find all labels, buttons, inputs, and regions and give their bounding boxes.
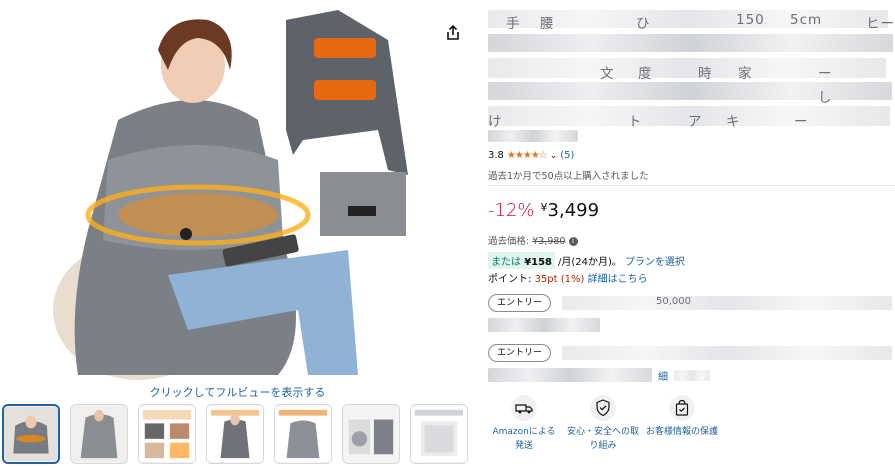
title-fragment: 腰 <box>540 16 555 32</box>
points-details-link[interactable]: 詳細はこちら <box>588 274 648 285</box>
title-fragment: ー <box>818 66 833 82</box>
rating-count-link[interactable]: (5) <box>560 150 574 161</box>
share-icon[interactable] <box>444 24 462 42</box>
feature-label: Amazonによる発送 <box>492 427 556 451</box>
title-fragment: ト <box>628 114 643 130</box>
promo-text-2-blur <box>562 346 892 360</box>
promo-text-2-line2 <box>488 368 652 382</box>
entry-button-2[interactable]: エントリー <box>488 344 552 362</box>
rating-value: 3.8 <box>488 150 504 161</box>
price-row: -12% ¥3,499 <box>488 200 599 221</box>
thumbnail-7[interactable] <box>410 404 468 464</box>
feature-safety[interactable]: 安心・安全への取り組み <box>567 395 639 453</box>
currency-symbol: ¥ <box>540 201 548 214</box>
installment-prefix: または <box>491 257 521 268</box>
ref-price-value: ¥3,980 <box>532 236 566 247</box>
title-fragment: 時 <box>698 66 713 82</box>
title-fragment: ヒー <box>866 16 895 32</box>
rating-summary[interactable]: 3.8 ★★★★☆ ⌄ (5) <box>488 150 574 161</box>
thumbnail-2[interactable] <box>70 404 128 464</box>
title-fragment: 150 <box>736 12 765 28</box>
installment-suffix: /月(24か月)。 <box>558 257 622 268</box>
price-value: 3,499 <box>547 200 600 221</box>
installment-row: または ¥158 /月(24か月)。 プランを選択 <box>488 252 685 269</box>
discount-percent: -12% <box>488 200 535 221</box>
title-fragment: キ <box>726 114 741 130</box>
promo-text-1: 50,000 <box>656 296 691 307</box>
star-rating-icon: ★★★★☆ <box>506 150 548 161</box>
promo-text-1-blur <box>562 296 892 310</box>
title-fragment: ア <box>688 114 703 130</box>
title-fragment: 度 <box>638 66 653 82</box>
shield-check-icon <box>590 395 616 421</box>
promo-link-blur <box>674 370 710 381</box>
product-details: 手 腰 ひ 150 5cm ヒー 文 度 時 家 ー し け ト ア キ ー 3… <box>488 0 895 468</box>
points-label: ポイント: <box>488 274 532 285</box>
feature-label: お客様情報の保護 <box>646 427 719 437</box>
bag-check-icon <box>669 395 695 421</box>
thumbnail-6[interactable] <box>342 404 400 464</box>
reference-price: 過去価格: ¥3,980 i <box>488 233 578 247</box>
feature-icons: Amazonによる発送 安心・安全への取り組み お客様情報の保護 <box>488 395 718 453</box>
thumbnail-3[interactable] <box>138 404 196 464</box>
installment-badge: または ¥158 <box>488 252 556 269</box>
title-fragment: 文 <box>600 66 615 82</box>
main-product-image[interactable] <box>48 10 428 380</box>
truck-icon <box>511 395 537 421</box>
entry-button-1[interactable]: エントリー <box>488 294 552 312</box>
feature-label: 安心・安全への取り組み <box>567 427 640 451</box>
thumbnail-4[interactable] <box>206 404 264 464</box>
full-view-link[interactable]: クリックしてフルビューを表示する <box>0 384 475 400</box>
thumbnail-5[interactable] <box>274 404 332 464</box>
title-fragment: し <box>818 90 833 106</box>
select-plan-link[interactable]: プランを選択 <box>625 253 685 268</box>
feature-privacy[interactable]: お客様情報の保護 <box>646 395 718 453</box>
feature-shipping[interactable]: Amazonによる発送 <box>488 395 560 453</box>
thumbnail-1[interactable] <box>2 404 60 464</box>
bought-recently-text: 過去1か月で50点以上購入されました <box>488 171 649 182</box>
points-value: 35pt (1%) <box>534 274 585 285</box>
thumbnail-strip <box>0 404 475 468</box>
promo-text-1-line2 <box>488 318 600 332</box>
title-fragment: ひ <box>636 16 651 32</box>
price: ¥3,499 <box>541 200 600 221</box>
title-fragment: 家 <box>738 66 753 82</box>
title-fragment: 手 <box>506 16 521 32</box>
chevron-down-icon[interactable]: ⌄ <box>550 151 558 161</box>
installment-amount: ¥158 <box>524 257 553 268</box>
points-row: ポイント: 35pt (1%) 詳細はこちら <box>488 270 648 285</box>
info-icon[interactable]: i <box>568 237 578 246</box>
ref-price-label: 過去価格: <box>488 236 530 247</box>
title-fragment: け <box>488 114 503 130</box>
title-fragment: 5cm <box>790 12 823 28</box>
divider <box>488 185 895 186</box>
title-fragment: ー <box>794 114 809 130</box>
promo-details-link[interactable]: 細 <box>658 368 668 383</box>
